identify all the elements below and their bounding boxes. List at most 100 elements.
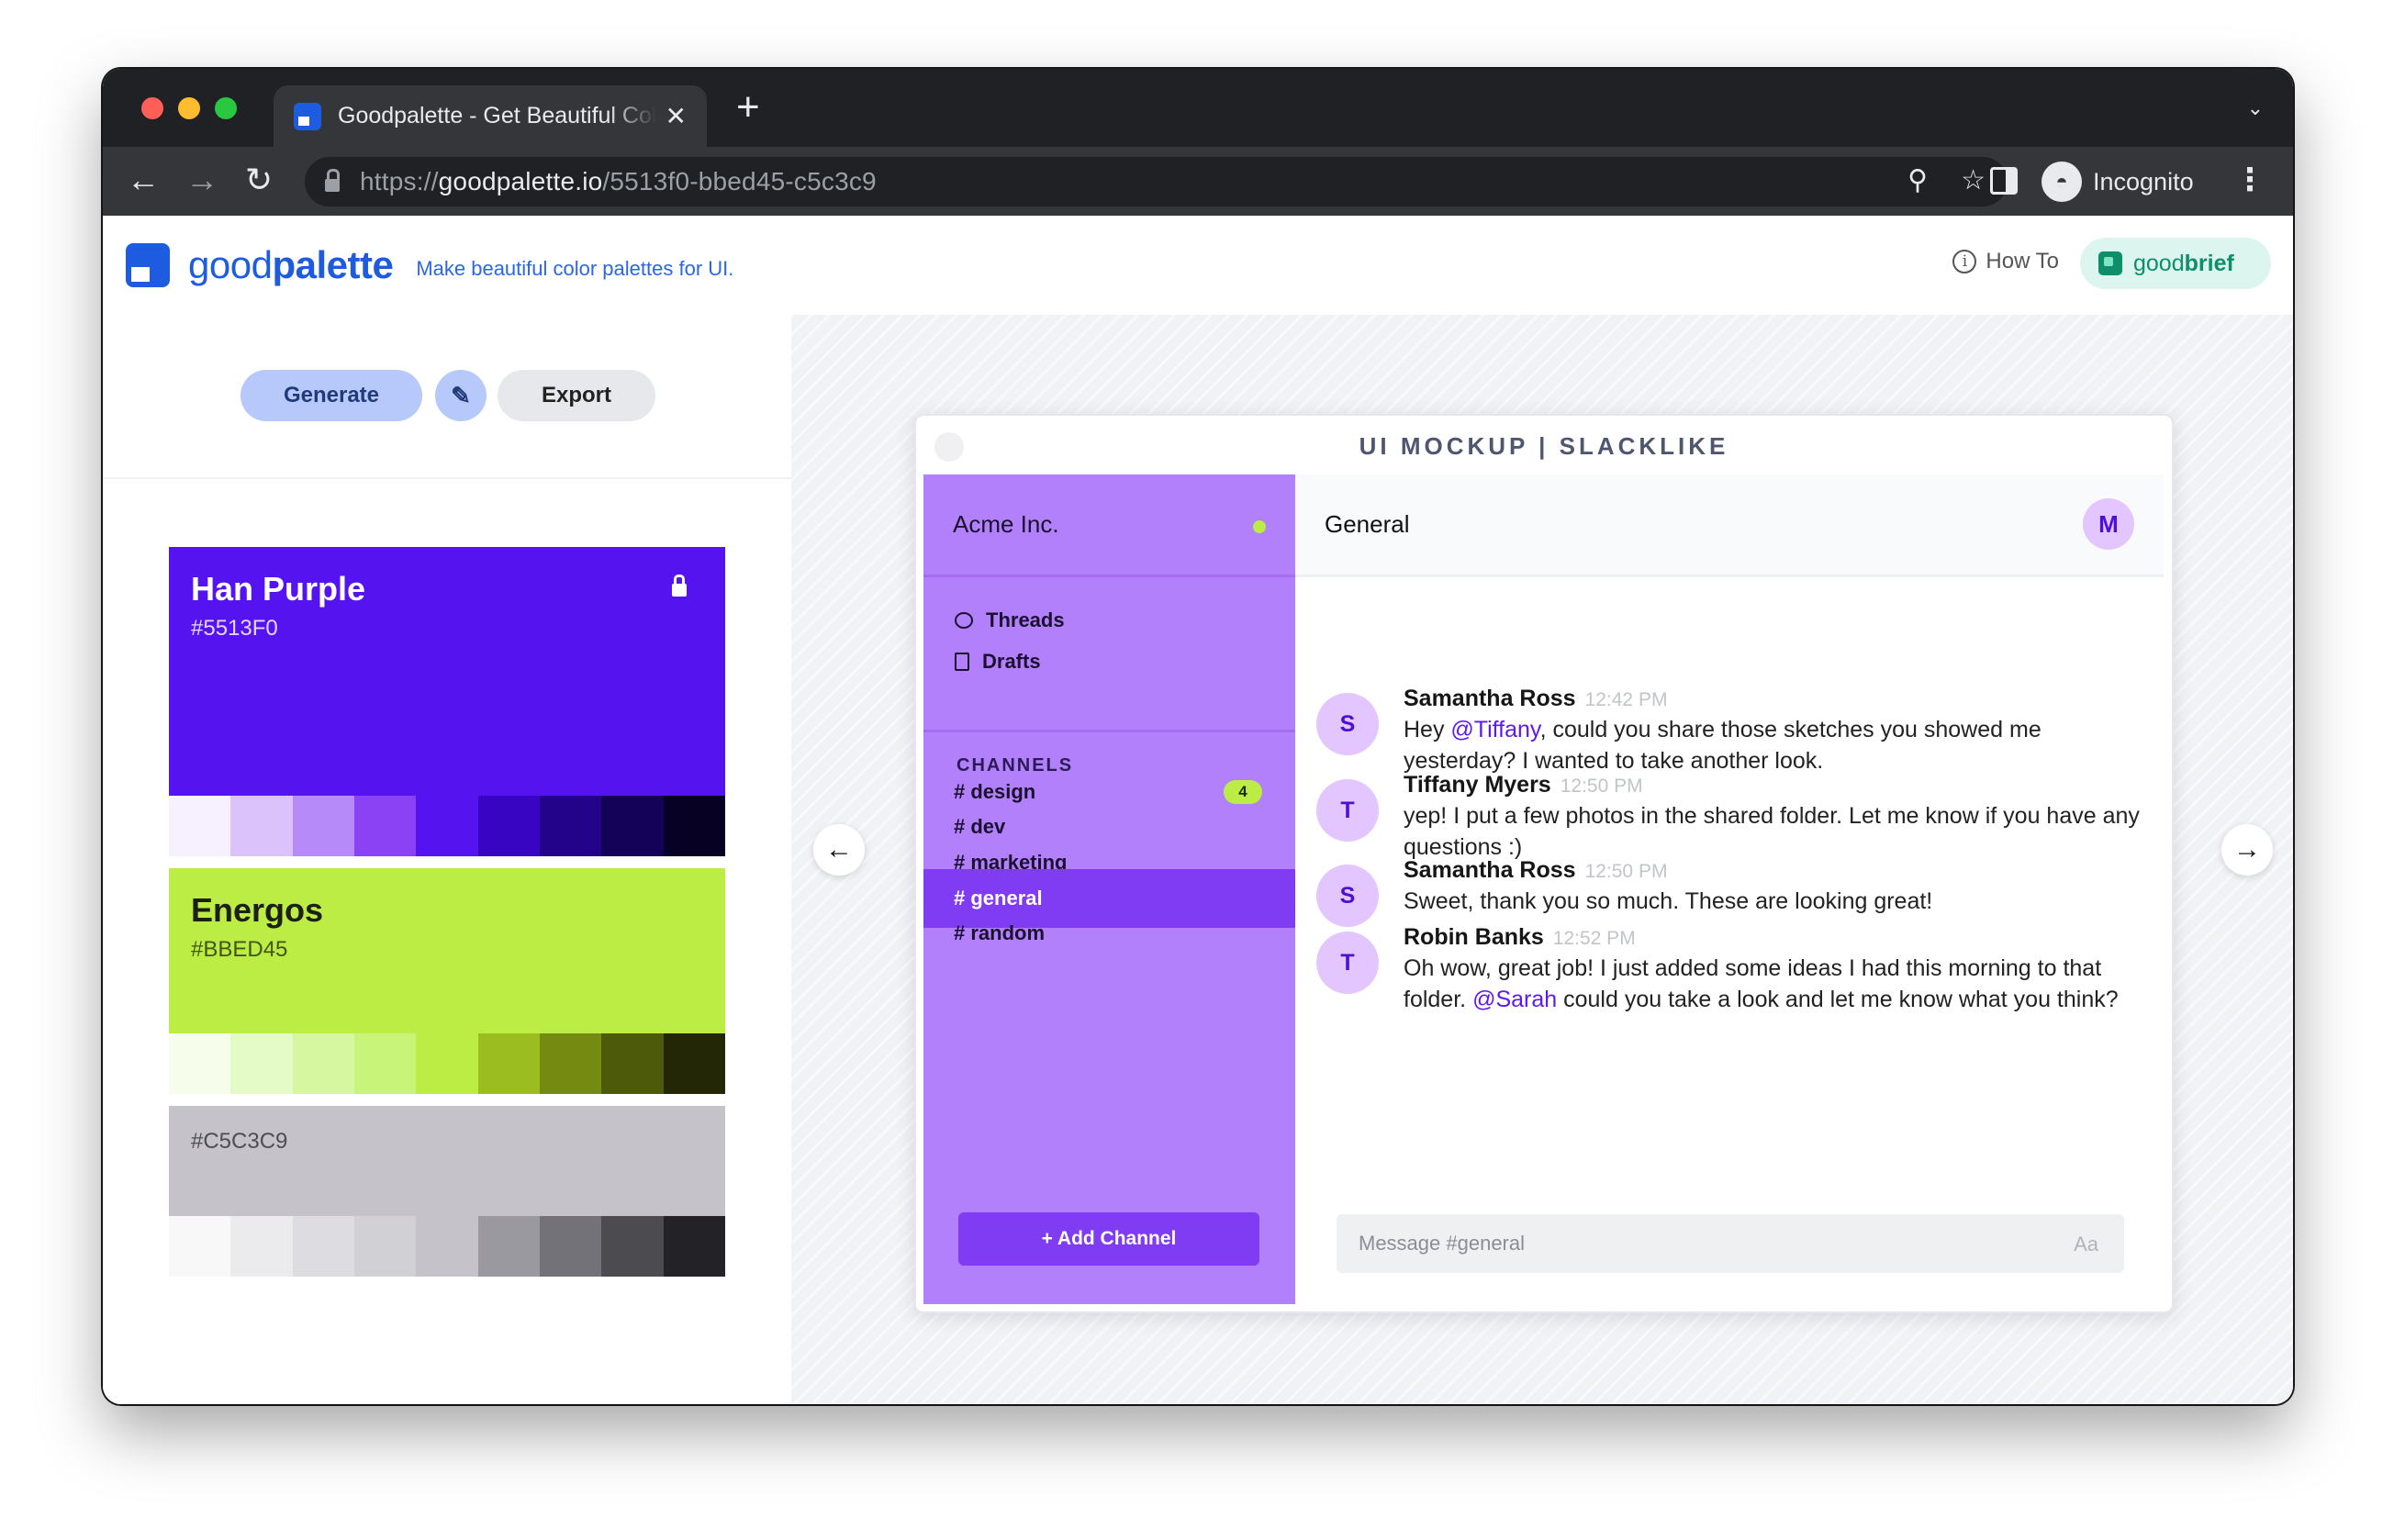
shade-swatch[interactable] [292, 1033, 354, 1094]
shade-swatch[interactable] [477, 1216, 540, 1277]
close-tab-icon[interactable]: ✕ [666, 101, 687, 131]
document-icon [955, 653, 969, 671]
online-status-dot [1253, 520, 1266, 533]
message-author[interactable]: Samantha Ross [1404, 857, 1576, 883]
maximize-window-button[interactable] [215, 97, 237, 119]
format-text-icon[interactable]: Aa [2074, 1233, 2098, 1256]
shade-swatch[interactable] [601, 796, 664, 856]
user-mention[interactable]: @Tiffany [1450, 717, 1539, 742]
shade-strip [169, 1216, 725, 1277]
goodpalette-logo-icon[interactable] [126, 243, 170, 287]
color-swatch-energos[interactable]: Energos #BBED45 [169, 868, 725, 1094]
browser-menu-icon[interactable]: ⋮ [2234, 162, 2265, 198]
shade-swatch[interactable] [416, 1216, 478, 1277]
shade-swatch[interactable] [230, 1033, 293, 1094]
shade-swatch[interactable] [601, 1033, 664, 1094]
how-to-link[interactable]: i How To [1952, 249, 2059, 274]
shade-swatch[interactable] [169, 796, 231, 856]
message-body: Tiffany Myers 12:50 PM yep! I put a few ph… [1404, 772, 2142, 863]
shade-swatch[interactable] [663, 796, 725, 856]
browser-window: Goodpalette - Get Beautiful Color Palett… [103, 69, 2293, 1404]
bookmark-star-icon[interactable]: ☆ [1961, 164, 1986, 196]
site-header: goodpalette Make beautiful color palette… [103, 216, 2293, 315]
minimize-window-button[interactable] [178, 97, 200, 119]
sidebar-item-drafts[interactable]: Drafts [955, 650, 1041, 674]
swatch-main-color[interactable]: Energos #BBED45 [169, 868, 725, 1033]
shade-swatch[interactable] [292, 1216, 354, 1277]
tab-search-chevron-icon[interactable]: ⌄ [2247, 96, 2264, 120]
add-channel-button[interactable]: + Add Channel [958, 1212, 1259, 1266]
next-mockup-button[interactable]: → [2221, 824, 2273, 876]
reload-button[interactable]: ↻ [245, 162, 273, 198]
swatch-main-color[interactable]: #C5C3C9 [169, 1106, 725, 1216]
address-bar-icons: ⚲ ☆ [1907, 164, 1986, 196]
browser-tab[interactable]: Goodpalette - Get Beautiful Color Palett… [274, 85, 707, 147]
shade-swatch[interactable] [663, 1216, 725, 1277]
color-swatch-han-purple[interactable]: Han Purple #5513F0 [169, 547, 725, 856]
avatar[interactable]: T [1316, 932, 1379, 994]
swatch-main-color[interactable]: Han Purple #5513F0 [169, 547, 725, 796]
shade-swatch[interactable] [169, 1216, 231, 1277]
avatar[interactable]: T [1316, 779, 1379, 842]
message-body: Robin Banks 12:52 PM Oh wow, great job! I … [1404, 924, 2142, 1015]
shade-swatch[interactable] [353, 1033, 417, 1094]
side-panel-icon[interactable] [1990, 167, 2018, 195]
eyedropper-button[interactable]: ✎ [435, 370, 487, 421]
arrow-left-icon: ← [825, 834, 853, 865]
site-tagline: Make beautiful color palettes for UI. [416, 257, 734, 280]
close-window-button[interactable] [141, 97, 163, 119]
shade-swatch[interactable] [292, 796, 354, 856]
shade-swatch[interactable] [477, 796, 540, 856]
generate-button[interactable]: Generate [241, 370, 422, 421]
shade-swatch[interactable] [169, 1033, 231, 1094]
logo-bold-text: palette [272, 243, 394, 286]
shade-swatch[interactable] [539, 1216, 602, 1277]
avatar[interactable]: S [1316, 693, 1379, 755]
message-meta: Tiffany Myers 12:50 PM [1404, 772, 2142, 798]
incognito-indicator[interactable]: ◓ Incognito [2042, 159, 2194, 205]
goodbrief-button[interactable]: goodbrief [2080, 238, 2271, 289]
address-bar[interactable]: https://goodpalette.io/5513f0-bbed45-c5c… [305, 157, 2008, 206]
new-tab-button[interactable]: + [736, 87, 760, 128]
message-author[interactable]: Tiffany Myers [1404, 772, 1551, 798]
lock-icon[interactable] [672, 575, 687, 597]
color-swatch-gray[interactable]: #C5C3C9 [169, 1106, 725, 1277]
sidebar-item-threads[interactable]: Threads [955, 608, 1065, 632]
message-body: Samantha Ross 12:50 PM Sweet, thank you so… [1404, 857, 2142, 917]
site-logo[interactable]: goodpalette [188, 243, 394, 287]
message-meta: Samantha Ross 12:50 PM [1404, 857, 2142, 884]
avatar[interactable]: M [2083, 498, 2134, 550]
message-text-part: Hey [1404, 717, 1451, 742]
palette-panel: Generate ✎ Export Han Purple #5513F0 Ene… [103, 315, 791, 1404]
team-name-label: Acme Inc. [953, 510, 1059, 538]
back-button[interactable]: ← [127, 162, 160, 198]
zoom-icon[interactable]: ⚲ [1907, 164, 1928, 196]
goodbrief-bold-text: brief [2184, 250, 2234, 276]
user-mention[interactable]: @Sarah [1472, 987, 1557, 1012]
message-input-placeholder: Message #general [1359, 1232, 1526, 1255]
shade-swatch[interactable] [416, 796, 478, 856]
shade-swatch[interactable] [353, 796, 417, 856]
shade-swatch[interactable] [353, 1216, 417, 1277]
shade-swatch[interactable] [230, 796, 293, 856]
team-name[interactable]: Acme Inc. [923, 474, 1295, 577]
shade-swatch[interactable] [416, 1033, 478, 1094]
forward-button[interactable]: → [185, 162, 218, 198]
avatar[interactable]: S [1316, 865, 1379, 927]
previous-mockup-button[interactable]: ← [813, 824, 865, 876]
message-author[interactable]: Samantha Ross [1404, 686, 1576, 711]
shade-swatch[interactable] [477, 1033, 540, 1094]
channel-item[interactable]: # random [923, 904, 1295, 963]
url-scheme: https:// [360, 167, 439, 195]
shade-swatch[interactable] [601, 1216, 664, 1277]
message-input[interactable]: Message #general Aa [1337, 1214, 2124, 1273]
message-timestamp: 12:52 PM [1552, 928, 1636, 949]
message-author[interactable]: Robin Banks [1404, 924, 1544, 950]
shade-swatch[interactable] [230, 1216, 293, 1277]
message-text: yep! I put a few photos in the shared fo… [1404, 800, 2142, 863]
shade-swatch[interactable] [539, 796, 602, 856]
swatch-name: Han Purple [191, 570, 366, 608]
shade-swatch[interactable] [539, 1033, 602, 1094]
export-button[interactable]: Export [498, 370, 655, 421]
shade-swatch[interactable] [663, 1033, 725, 1094]
